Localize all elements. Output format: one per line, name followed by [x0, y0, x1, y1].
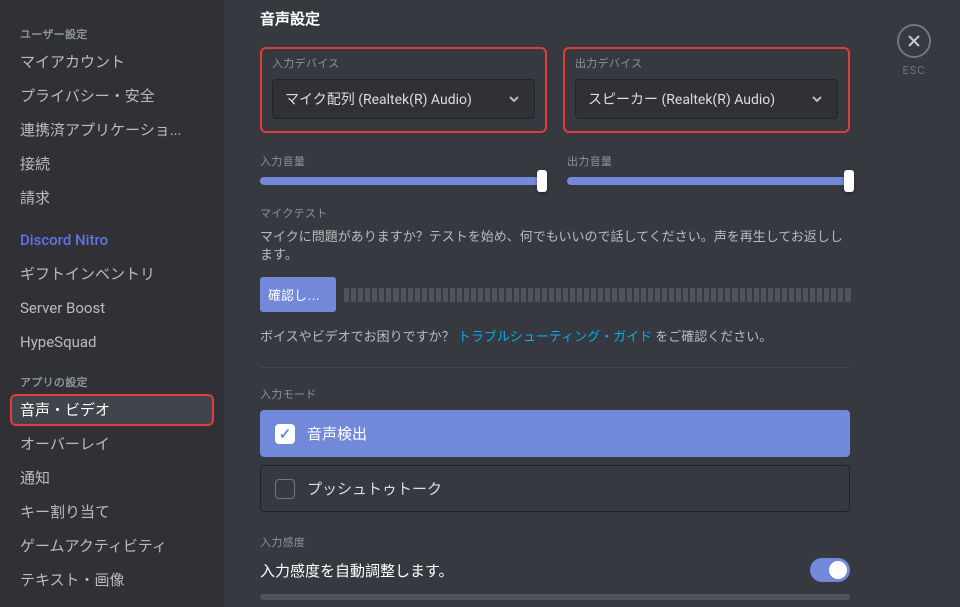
sidebar-item-keybinds[interactable]: キー割り当て [10, 496, 214, 528]
help-prefix: ボイスやビデオでお困りですか？ [260, 330, 458, 345]
mic-test-section: マイクテスト マイクに問題がありますか？テストを始め、何でもいいので話してくださ… [260, 205, 850, 345]
input-device-value: マイク配列 (Realtek(R) Audio) [285, 89, 472, 109]
sidebar-item-connections[interactable]: 接続 [10, 148, 214, 180]
sidebar-item-text-images[interactable]: テキスト・画像 [10, 564, 214, 596]
divider [260, 367, 850, 368]
settings-sidebar: ユーザー設定 マイアカウント プライバシー・安全 連携済アプリケーショ... 接… [0, 0, 224, 607]
input-mode-header: 入力モード [260, 386, 850, 402]
input-mode-push-to-talk[interactable]: プッシュトゥトーク [260, 465, 850, 512]
sidebar-item-game-activity[interactable]: ゲームアクティビティ [10, 530, 214, 562]
output-device-label: 出力デバイス [575, 55, 838, 71]
sidebar-item-hypesquad[interactable]: HypeSquad [10, 326, 214, 358]
checkbox-checked: ✓ [275, 424, 295, 444]
content-pane: ESC 音声設定 入力デバイス マイク配列 (Realtek(R) Audio)… [224, 0, 960, 607]
slider-thumb[interactable] [844, 170, 854, 192]
checkmark-icon: ✓ [279, 425, 292, 443]
input-device-label: 入力デバイス [272, 55, 535, 71]
sidebar-item-billing[interactable]: 請求 [10, 182, 214, 214]
input-mode-opt1-label: 音声検出 [307, 423, 367, 444]
sidebar-section-app: アプリの設定 [10, 370, 214, 394]
input-volume-slider[interactable] [260, 177, 543, 185]
sidebar-item-gift-inventory[interactable]: ギフトインベントリ [10, 258, 214, 290]
slider-thumb[interactable] [537, 170, 547, 192]
mic-test-button[interactable]: 確認しまし... [260, 277, 336, 312]
esc-label: ESC [896, 64, 932, 77]
chevron-down-icon [506, 91, 522, 107]
help-suffix: をご確認ください。 [652, 330, 772, 345]
sidebar-item-my-account[interactable]: マイアカウント [10, 46, 214, 78]
sidebar-item-nitro[interactable]: Discord Nitro [10, 224, 214, 256]
toggle-thumb [829, 561, 847, 579]
mic-test-desc: マイクに問題がありますか？テストを始め、何でもいいので話してください。声を再生し… [260, 229, 850, 265]
mic-level-bars [344, 288, 850, 302]
mic-test-header: マイクテスト [260, 205, 850, 221]
output-volume-slider[interactable] [567, 177, 850, 185]
sidebar-item-server-boost[interactable]: Server Boost [10, 292, 214, 324]
input-device-block: 入力デバイス マイク配列 (Realtek(R) Audio) [260, 47, 547, 133]
output-device-block: 出力デバイス スピーカー (Realtek(R) Audio) [563, 47, 850, 133]
sidebar-item-authorized-apps[interactable]: 連携済アプリケーショ... [10, 114, 214, 146]
chevron-down-icon [809, 91, 825, 107]
troubleshooting-link[interactable]: トラブルシューティング・ガイド [458, 330, 652, 345]
sidebar-item-notifications[interactable]: 通知 [10, 462, 214, 494]
close-button[interactable] [897, 24, 931, 58]
input-mode-voice-activity[interactable]: ✓ 音声検出 [260, 410, 850, 457]
input-device-select[interactable]: マイク配列 (Realtek(R) Audio) [272, 79, 535, 119]
page-title: 音声設定 [260, 8, 928, 29]
sensitivity-label: 入力感度を自動調整します。 [260, 560, 454, 581]
input-mode-opt2-label: プッシュトゥトーク [307, 478, 442, 499]
output-device-select[interactable]: スピーカー (Realtek(R) Audio) [575, 79, 838, 119]
auto-sensitivity-toggle[interactable] [810, 558, 850, 582]
checkbox-unchecked [275, 479, 295, 499]
help-line: ボイスやビデオでお困りですか？ トラブルシューティング・ガイド をご確認ください… [260, 326, 850, 345]
close-icon [907, 34, 921, 48]
input-volume-block: 入力音量 [260, 153, 543, 185]
input-volume-label: 入力音量 [260, 153, 543, 169]
sidebar-item-voice-video[interactable]: 音声・ビデオ [10, 394, 214, 426]
sensitivity-header: 入力感度 [260, 534, 850, 550]
sensitivity-meter [260, 594, 850, 600]
sensitivity-section: 入力感度 入力感度を自動調整します。 インジケーターが緑に点灯している時は、Di… [260, 534, 850, 607]
sidebar-item-overlay[interactable]: オーバーレイ [10, 428, 214, 460]
close-column: ESC [896, 24, 932, 77]
output-volume-block: 出力音量 [567, 153, 850, 185]
sidebar-section-user: ユーザー設定 [10, 22, 214, 46]
sidebar-item-theme[interactable]: テーマ [10, 598, 214, 607]
input-mode-section: 入力モード ✓ 音声検出 プッシュトゥトーク [260, 386, 850, 512]
output-volume-label: 出力音量 [567, 153, 850, 169]
output-device-value: スピーカー (Realtek(R) Audio) [588, 89, 775, 109]
sidebar-item-privacy[interactable]: プライバシー・安全 [10, 80, 214, 112]
